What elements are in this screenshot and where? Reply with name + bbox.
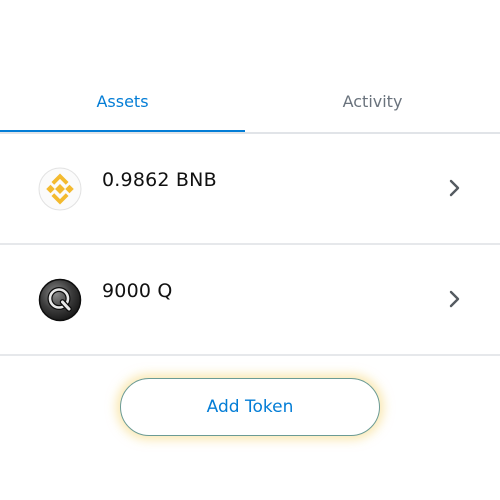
tab-activity[interactable]: Activity (245, 70, 500, 132)
chevron-right-icon (449, 290, 460, 308)
token-row-q[interactable]: 9000 Q (0, 245, 500, 355)
tab-assets[interactable]: Assets (0, 70, 245, 132)
bnb-icon (38, 167, 82, 211)
chevron-right-icon (449, 179, 460, 197)
tab-activity-label: Activity (342, 91, 403, 111)
token-balance: 0.9862 BNB (102, 169, 217, 191)
q-token-icon (38, 278, 82, 322)
token-balance: 9000 Q (102, 280, 173, 302)
token-row-bnb[interactable]: 0.9862 BNB (0, 134, 500, 244)
add-token-container: Add Token (120, 378, 380, 436)
add-token-button[interactable]: Add Token (120, 378, 380, 436)
tab-assets-label: Assets (96, 91, 149, 111)
row-divider (0, 354, 500, 356)
asset-tabs: Assets Activity (0, 70, 500, 134)
